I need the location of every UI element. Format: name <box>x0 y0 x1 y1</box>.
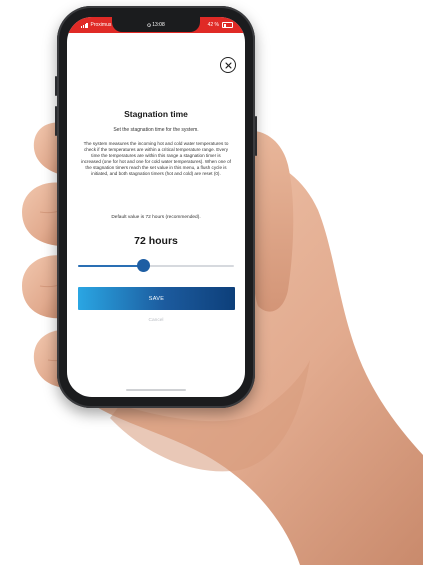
default-value-note: Default value is 72 hours (recommended). <box>111 215 201 220</box>
phone-frame: Proximus 13:08 42 % Stagnation time Set … <box>55 6 257 408</box>
phone-screen: Proximus 13:08 42 % Stagnation time Set … <box>67 17 245 397</box>
cancel-button[interactable]: Cancel <box>67 318 245 323</box>
time-label: 13:08 <box>152 22 165 28</box>
save-button[interactable]: SAVE <box>78 287 235 310</box>
dialog-title: Stagnation time <box>124 109 188 119</box>
dialog-subtitle: Set the stagnation time for the system. <box>113 127 199 133</box>
status-bar: Proximus 13:08 42 % <box>67 17 245 33</box>
stage: Proximus 13:08 42 % Stagnation time Set … <box>0 0 423 565</box>
stagnation-slider[interactable] <box>78 259 234 273</box>
stagnation-value: 72 hours <box>134 235 178 247</box>
slider-fill <box>78 265 144 267</box>
alarm-icon <box>147 23 151 27</box>
close-button[interactable] <box>220 57 236 73</box>
dialog-description: The system measures the incoming hot and… <box>81 141 231 176</box>
slider-thumb[interactable] <box>137 259 151 272</box>
status-time: 13:08 <box>67 17 245 33</box>
phone-power-button <box>255 116 257 156</box>
phone-volume-button <box>55 106 57 136</box>
home-indicator <box>126 389 186 391</box>
close-icon <box>224 61 232 69</box>
phone-side-button <box>55 76 57 96</box>
